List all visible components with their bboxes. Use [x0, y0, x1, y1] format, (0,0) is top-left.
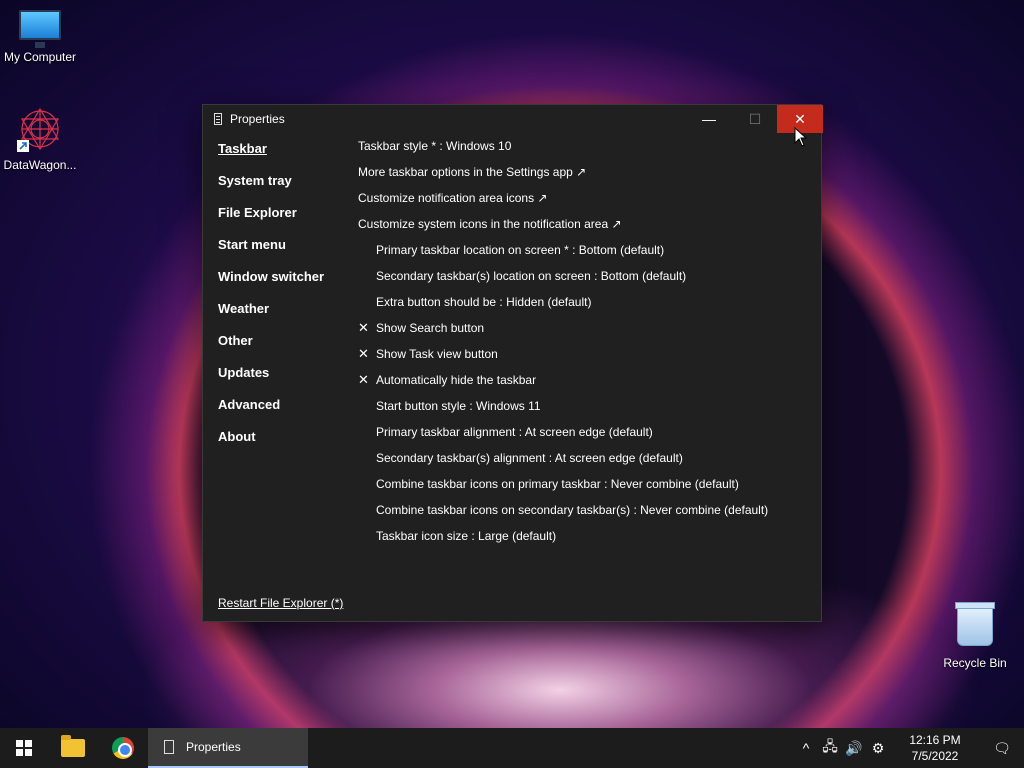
folder-icon — [61, 735, 85, 757]
volume-icon[interactable]: 🔊 — [842, 740, 866, 757]
setting-label: Primary taskbar alignment : At screen ed… — [376, 425, 653, 439]
settings-list: Taskbar style * : Windows 10 More taskba… — [358, 139, 768, 555]
link-notification-area-icons[interactable]: Customize notification area icons ↗ — [358, 191, 768, 217]
properties-window: Properties — ☐ ✕ Taskbar System tray Fil… — [202, 104, 823, 622]
file-explorer-taskbar-button[interactable] — [48, 728, 98, 768]
setting-label: Customize system icons in the notificati… — [358, 217, 622, 231]
properties-taskbar-button[interactable]: Properties — [148, 728, 308, 768]
title-bar[interactable]: Properties — ☐ ✕ — [203, 105, 823, 133]
clock[interactable]: 12:16 PM 7/5/2022 — [900, 732, 970, 764]
mouse-cursor-icon — [794, 127, 808, 147]
window-title: Properties — [230, 112, 285, 126]
setting-label: Combine taskbar icons on secondary taskb… — [376, 503, 769, 517]
document-icon — [214, 113, 222, 125]
desktop-icon-label: Recycle Bin — [943, 656, 1007, 670]
taskbar: Properties ^ 🖧 🔊 ⚙ 12:16 PM 7/5/2022 🗨 — [0, 728, 1024, 768]
sidebar-item-file-explorer[interactable]: File Explorer — [218, 205, 324, 237]
checkmark-icon: ✕ — [358, 372, 369, 387]
setting-label: Show Search button — [376, 321, 485, 335]
setting-label: Primary taskbar location on screen * : B… — [376, 243, 665, 257]
setting-label: Customize notification area icons ↗ — [358, 191, 548, 205]
setting-taskbar-style[interactable]: Taskbar style * : Windows 10 — [358, 139, 768, 165]
setting-label: Taskbar icon size : Large (default) — [376, 529, 557, 543]
setting-label: Taskbar style * : Windows 10 — [358, 139, 512, 153]
desktop-icon-label: DataWagon... — [3, 158, 77, 172]
setting-show-task-view[interactable]: ✕ Show Task view button — [358, 346, 768, 373]
windows-logo-icon — [16, 740, 32, 756]
sidebar-item-updates[interactable]: Updates — [218, 365, 324, 397]
system-tray: ^ 🖧 🔊 ⚙ 12:16 PM 7/5/2022 🗨 — [794, 728, 1024, 768]
chevron-up-icon[interactable]: ^ — [794, 740, 818, 756]
sidebar-item-taskbar[interactable]: Taskbar — [218, 141, 324, 173]
gear-icon[interactable]: ⚙ — [866, 740, 890, 757]
setting-label: More taskbar options in the Settings app… — [358, 165, 587, 179]
desktop-icon-datawagon[interactable]: DataWagon... — [0, 106, 80, 172]
sidebar-item-weather[interactable]: Weather — [218, 301, 324, 333]
sidebar-item-advanced[interactable]: Advanced — [218, 397, 324, 429]
setting-auto-hide[interactable]: ✕ Automatically hide the taskbar — [358, 372, 768, 399]
setting-extra-button[interactable]: Extra button should be : Hidden (default… — [358, 295, 768, 321]
link-taskbar-settings-app[interactable]: More taskbar options in the Settings app… — [358, 165, 768, 191]
sidebar-item-system-tray[interactable]: System tray — [218, 173, 324, 205]
monitor-icon — [19, 10, 61, 48]
desktop-icon-my-computer[interactable]: My Computer — [0, 10, 80, 64]
setting-label: Extra button should be : Hidden (default… — [376, 295, 592, 309]
sidebar-item-other[interactable]: Other — [218, 333, 324, 365]
desktop-icon-label: My Computer — [3, 50, 77, 64]
sidebar-item-window-switcher[interactable]: Window switcher — [218, 269, 324, 301]
minimize-button[interactable]: — — [686, 105, 732, 133]
setting-start-button-style[interactable]: Start button style : Windows 11 — [358, 399, 768, 425]
sidebar-item-start-menu[interactable]: Start menu — [218, 237, 324, 269]
sidebar-nav: Taskbar System tray File Explorer Start … — [218, 141, 324, 461]
setting-combine-secondary[interactable]: Combine taskbar icons on secondary taskb… — [358, 503, 768, 529]
recycle-bin-icon — [955, 602, 995, 646]
taskbar-app-label: Properties — [186, 740, 241, 754]
sidebar-item-about[interactable]: About — [218, 429, 324, 461]
chrome-taskbar-button[interactable] — [98, 728, 148, 768]
desktop-icon-recycle-bin[interactable]: Recycle Bin — [935, 602, 1015, 670]
document-icon — [164, 740, 174, 754]
setting-show-search[interactable]: ✕ Show Search button — [358, 320, 768, 347]
chrome-icon — [112, 737, 134, 759]
setting-label: Secondary taskbar(s) location on screen … — [376, 269, 687, 283]
network-icon[interactable]: 🖧 — [818, 736, 842, 760]
link-system-icons[interactable]: Customize system icons in the notificati… — [358, 217, 768, 243]
notification-icon[interactable]: 🗨 — [980, 740, 1024, 757]
setting-label: Secondary taskbar(s) alignment : At scre… — [376, 451, 683, 465]
setting-icon-size[interactable]: Taskbar icon size : Large (default) — [358, 529, 768, 555]
checkmark-icon: ✕ — [358, 320, 369, 335]
datawagon-icon — [17, 106, 63, 152]
setting-primary-alignment[interactable]: Primary taskbar alignment : At screen ed… — [358, 425, 768, 451]
clock-date: 7/5/2022 — [911, 749, 959, 763]
maximize-button[interactable]: ☐ — [732, 105, 778, 133]
start-button[interactable] — [0, 728, 48, 768]
setting-label: Start button style : Windows 11 — [376, 399, 541, 413]
setting-primary-location[interactable]: Primary taskbar location on screen * : B… — [358, 243, 768, 269]
setting-secondary-location[interactable]: Secondary taskbar(s) location on screen … — [358, 269, 768, 295]
restart-explorer-link[interactable]: Restart File Explorer (*) — [218, 596, 343, 610]
setting-label: Combine taskbar icons on primary taskbar… — [376, 477, 739, 491]
checkmark-icon: ✕ — [358, 346, 369, 361]
setting-label: Show Task view button — [376, 347, 498, 361]
setting-combine-primary[interactable]: Combine taskbar icons on primary taskbar… — [358, 477, 768, 503]
setting-label: Automatically hide the taskbar — [376, 373, 537, 387]
setting-secondary-alignment[interactable]: Secondary taskbar(s) alignment : At scre… — [358, 451, 768, 477]
clock-time: 12:16 PM — [909, 733, 961, 747]
